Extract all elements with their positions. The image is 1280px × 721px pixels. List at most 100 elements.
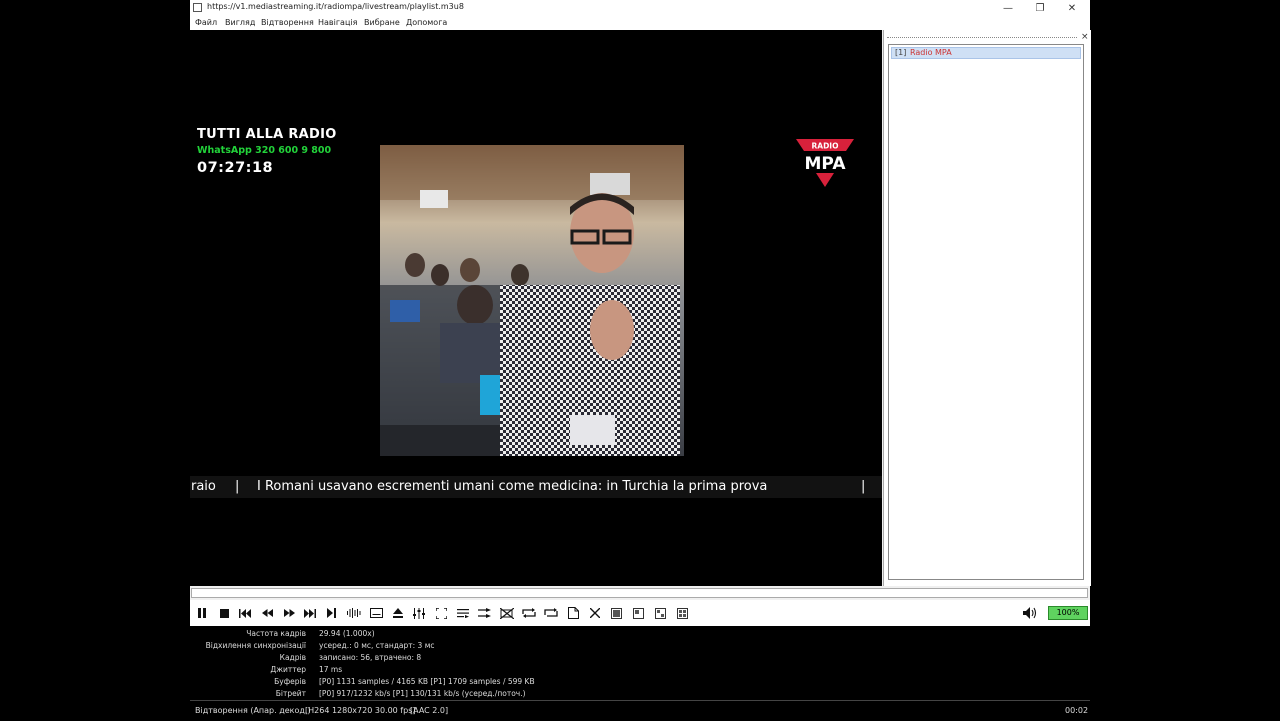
stat-value-framerate: 29.94 (1.000x) — [319, 629, 375, 638]
menu-bar: Файл Вигляд Відтворення Навігація Вибран… — [190, 16, 1090, 30]
close-button[interactable]: ✕ — [1056, 0, 1088, 16]
status-time: 00:02 — [1065, 706, 1089, 715]
stop-icon — [219, 608, 229, 618]
audio-waveform-button[interactable] — [346, 605, 362, 621]
minimize-button[interactable]: — — [992, 0, 1024, 16]
shuffle-button[interactable] — [477, 605, 493, 621]
logo-radio-text: RADIO — [812, 142, 839, 151]
maximize-button[interactable]: ❐ — [1024, 0, 1056, 16]
open-file-button[interactable] — [565, 605, 581, 621]
seek-track[interactable] — [191, 588, 1088, 598]
menu-playback[interactable]: Відтворення — [261, 18, 314, 27]
stat-label-jitter: Джиттер — [270, 665, 306, 674]
frame-step-icon — [327, 608, 336, 618]
layout-icon-4 — [676, 607, 688, 619]
overlay-title: TUTTI ALLA RADIO — [197, 127, 337, 142]
menu-favorites[interactable]: Вибране — [364, 18, 400, 27]
view-mode-3-button[interactable] — [652, 605, 668, 621]
repeat-icon — [522, 608, 536, 618]
news-ticker: raio | I Romani usavano escrementi umani… — [190, 476, 882, 498]
forward-button[interactable] — [281, 605, 297, 621]
menu-help[interactable]: Допомога — [406, 18, 447, 27]
stat-label-bitrate: Бітрейт — [275, 689, 306, 698]
stat-label-sync: Відхилення синхронізації — [205, 641, 306, 650]
overlay-whatsapp: WhatsApp 320 600 9 800 — [197, 145, 332, 156]
status-video-codec: [H264 1280x720 30.00 fps] — [305, 706, 416, 715]
shuffle-off-button[interactable] — [499, 605, 515, 621]
close-x-icon — [590, 608, 600, 618]
ticker-separator: | — [235, 479, 240, 494]
studio-photo — [380, 145, 684, 456]
stat-value-buffers: [P0] 1131 samples / 4165 KB [P1] 1709 sa… — [319, 677, 535, 686]
fullscreen-icon — [435, 607, 447, 619]
loop-icon — [544, 608, 558, 617]
stat-value-sync: усеред.: 0 мс, стандарт: 3 мс — [319, 641, 435, 650]
stat-label-framerate: Частота кадрів — [246, 629, 306, 638]
status-state: Відтворення (Апар. декод.) — [195, 706, 311, 715]
view-mode-1-button[interactable] — [608, 605, 624, 621]
layout-icon-3 — [654, 607, 666, 619]
status-bar: Відтворення (Апар. декод.) [H264 1280x72… — [190, 700, 1090, 721]
frame-step-button[interactable] — [324, 605, 340, 621]
fast-forward-icon — [283, 609, 295, 617]
rewind-icon — [261, 609, 273, 617]
seek-bar[interactable] — [190, 586, 1090, 600]
previous-button[interactable] — [237, 605, 253, 621]
stop-button[interactable] — [216, 605, 232, 621]
stat-label-frames: Кадрів — [279, 653, 306, 662]
layout-icon-1 — [610, 607, 622, 619]
status-audio-codec: [AAC 2.0] — [410, 706, 449, 715]
skip-back-icon — [239, 608, 251, 618]
speaker-icon — [1023, 607, 1037, 619]
close-media-button[interactable] — [587, 605, 603, 621]
menu-navigation[interactable]: Навігація — [318, 18, 357, 27]
logo-mpa-text: MPA — [805, 154, 847, 174]
rewind-button[interactable] — [259, 605, 275, 621]
no-shuffle-icon — [500, 607, 514, 619]
playlist-item[interactable]: [1] Radio MPA — [891, 47, 1081, 59]
waveform-icon — [347, 608, 361, 618]
overlay-clock: 07:27:18 — [197, 160, 274, 176]
window-title: https://v1.mediastreaming.it/radiompa/li… — [207, 2, 464, 11]
playlist-item-name: Radio MPA — [910, 48, 952, 57]
shuffle-icon — [478, 608, 491, 618]
control-toolbar — [190, 600, 1090, 626]
equalizer-icon — [413, 607, 425, 619]
pause-button[interactable] — [194, 605, 210, 621]
playlist-close-button[interactable]: × — [1081, 32, 1089, 42]
mute-button[interactable] — [1022, 605, 1038, 621]
volume-slider[interactable]: 100% — [1048, 606, 1088, 620]
view-mode-4-button[interactable] — [674, 605, 690, 621]
stat-value-frames: записано: 56, втрачено: 8 — [319, 653, 422, 662]
loop-ab-button[interactable] — [543, 605, 559, 621]
repeat-button[interactable] — [521, 605, 537, 621]
playlist-toggle-button[interactable] — [455, 605, 471, 621]
view-mode-2-button[interactable] — [630, 605, 646, 621]
statistics-panel: Частота кадрів 29.94 (1.000x) Відхилення… — [190, 626, 1090, 700]
video-area[interactable]: TUTTI ALLA RADIO WhatsApp 320 600 9 800 … — [190, 30, 882, 586]
media-player-window: https://v1.mediastreaming.it/radiompa/li… — [190, 0, 1091, 721]
playlist-icon — [457, 609, 469, 618]
stat-value-bitrate: [P0] 917/1232 kb/s [P1] 130/131 kb/s (ус… — [319, 689, 526, 698]
fullscreen-button[interactable] — [433, 605, 449, 621]
panel-grip[interactable] — [887, 37, 1077, 38]
subtitles-icon — [369, 608, 383, 618]
equalizer-button[interactable] — [411, 605, 427, 621]
eject-icon — [393, 608, 403, 618]
menu-view[interactable]: Вигляд — [225, 18, 255, 27]
subtitles-button[interactable] — [368, 605, 384, 621]
eject-button[interactable] — [390, 605, 406, 621]
ticker-separator-end: | — [861, 479, 866, 494]
stat-value-jitter: 17 ms — [319, 665, 343, 674]
radio-mpa-logo: RADIO MPA — [796, 139, 854, 187]
layout-icon-2 — [632, 607, 644, 619]
playlist-list[interactable]: [1] Radio MPA — [888, 44, 1084, 580]
title-bar: https://v1.mediastreaming.it/radiompa/li… — [190, 0, 1090, 16]
next-button[interactable] — [302, 605, 318, 621]
app-icon — [193, 3, 202, 12]
menu-file[interactable]: Файл — [195, 18, 217, 27]
ticker-left-fragment: raio — [191, 479, 216, 494]
playlist-panel: × [1] Radio MPA — [883, 30, 1091, 586]
skip-forward-icon — [304, 608, 316, 618]
pause-icon — [198, 608, 206, 618]
